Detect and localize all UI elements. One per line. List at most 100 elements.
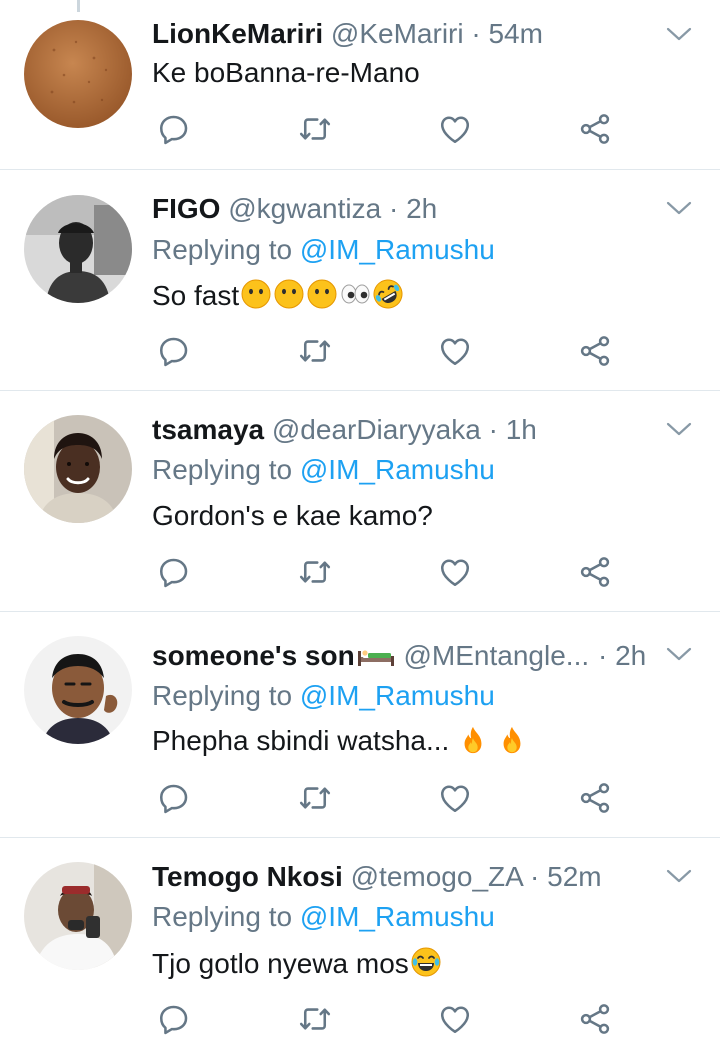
retweet-icon bbox=[297, 1001, 333, 1037]
replying-to-label: Replying to bbox=[152, 234, 293, 265]
chevron-down-icon[interactable] bbox=[666, 646, 692, 662]
tweet-header: tsamaya @dearDiaryyaka · 1h bbox=[152, 413, 660, 447]
like-button[interactable] bbox=[437, 1001, 473, 1037]
share-button[interactable] bbox=[577, 111, 613, 147]
display-name[interactable]: FIGO bbox=[152, 193, 220, 224]
tweet-text: Gordon's e kae kamo? bbox=[152, 499, 433, 533]
separator-dot: · bbox=[388, 193, 399, 224]
like-button[interactable] bbox=[437, 780, 473, 816]
like-icon bbox=[437, 333, 473, 369]
tweet-header: LionKeMariri @KeMariri · 54m bbox=[152, 17, 660, 51]
replying-to-label: Replying to bbox=[152, 901, 293, 932]
user-handle[interactable]: @KeMariri bbox=[331, 18, 464, 49]
display-name[interactable]: tsamaya bbox=[152, 414, 264, 445]
retweet-icon bbox=[297, 780, 333, 816]
share-icon bbox=[577, 554, 613, 590]
share-button[interactable] bbox=[577, 1001, 613, 1037]
tweet-timestamp-group: · 2h bbox=[598, 639, 660, 673]
no-mouth-face-emoji bbox=[306, 278, 338, 310]
chevron-down-icon[interactable] bbox=[666, 200, 692, 216]
like-button[interactable] bbox=[437, 111, 473, 147]
display-name[interactable]: LionKeMariri bbox=[152, 18, 323, 49]
reply-icon bbox=[156, 1001, 192, 1037]
user-handle[interactable]: @MEntangle... bbox=[404, 640, 590, 671]
retweet-button[interactable] bbox=[297, 780, 333, 816]
tweet-actions bbox=[152, 780, 622, 816]
display-name[interactable]: someone's son bbox=[152, 640, 355, 671]
avatar[interactable] bbox=[24, 195, 132, 303]
timestamp[interactable]: 52m bbox=[547, 861, 601, 892]
tweet-actions bbox=[152, 333, 622, 369]
mention-link[interactable]: @IM_Ramushu bbox=[300, 901, 495, 932]
tweet-text: Tjo gotlo nyewa mos bbox=[152, 946, 442, 981]
no-mouth-face-emoji bbox=[240, 278, 272, 310]
share-button[interactable] bbox=[577, 333, 613, 369]
user-handle[interactable]: @dearDiaryyaka bbox=[272, 414, 481, 445]
retweet-button[interactable] bbox=[297, 1001, 333, 1037]
retweet-icon bbox=[297, 554, 333, 590]
reply-button[interactable] bbox=[156, 780, 192, 816]
like-icon bbox=[437, 780, 473, 816]
share-button[interactable] bbox=[577, 554, 613, 590]
separator-dot: · bbox=[488, 414, 498, 445]
chevron-down-icon[interactable] bbox=[666, 26, 692, 42]
tweet-text-content: Phepha sbindi watsha... bbox=[152, 725, 450, 756]
mention-link[interactable]: @IM_Ramushu bbox=[300, 680, 495, 711]
like-button[interactable] bbox=[437, 554, 473, 590]
tweet-item[interactable]: someone's son @MEntangle... · 2h Replyin… bbox=[0, 612, 720, 838]
reply-icon bbox=[156, 780, 192, 816]
separator-dot: · bbox=[598, 640, 608, 671]
replying-to-label: Replying to bbox=[152, 680, 293, 711]
share-button[interactable] bbox=[577, 780, 613, 816]
bed-emoji bbox=[356, 647, 396, 667]
timestamp[interactable]: 2h bbox=[406, 193, 437, 224]
user-handle[interactable]: @kgwantiza bbox=[228, 193, 381, 224]
avatar[interactable] bbox=[24, 636, 132, 744]
share-icon bbox=[577, 780, 613, 816]
timestamp[interactable]: 54m bbox=[488, 18, 542, 49]
tweet-item[interactable]: FIGO @kgwantiza · 2h Replying to @IM_Ram… bbox=[0, 170, 720, 391]
chevron-down-icon[interactable] bbox=[666, 868, 692, 884]
rolling-laughing-face-emoji bbox=[372, 278, 404, 310]
timestamp[interactable]: 1h bbox=[506, 414, 537, 445]
tweet-actions bbox=[152, 111, 622, 147]
reply-button[interactable] bbox=[156, 1001, 192, 1037]
retweet-icon bbox=[297, 111, 333, 147]
retweet-button[interactable] bbox=[297, 111, 333, 147]
retweet-icon bbox=[297, 333, 333, 369]
tweet-text-content: Tjo gotlo nyewa mos bbox=[152, 948, 409, 979]
tears-of-joy-face-emoji bbox=[410, 946, 442, 978]
eyes-emoji bbox=[339, 278, 371, 310]
user-handle[interactable]: @temogo_ZA bbox=[351, 861, 523, 892]
tweet-item[interactable]: Temogo Nkosi @temogo_ZA · 52m Replying t… bbox=[0, 838, 720, 1059]
tweet-actions bbox=[152, 1001, 622, 1037]
retweet-button[interactable] bbox=[297, 333, 333, 369]
tweet-text: Ke boBanna-re-Mano bbox=[152, 56, 420, 90]
display-name[interactable]: Temogo Nkosi bbox=[152, 861, 343, 892]
reply-button[interactable] bbox=[156, 333, 192, 369]
tweet-text-content: Gordon's e kae kamo? bbox=[152, 500, 433, 531]
reply-icon bbox=[156, 111, 192, 147]
tweet-item[interactable]: tsamaya @dearDiaryyaka · 1h Replying to … bbox=[0, 391, 720, 612]
mention-link[interactable]: @IM_Ramushu bbox=[300, 234, 495, 265]
avatar[interactable] bbox=[24, 20, 132, 128]
replying-to: Replying to @IM_Ramushu bbox=[152, 679, 495, 713]
timestamp[interactable]: 2h bbox=[615, 640, 646, 671]
replying-to: Replying to @IM_Ramushu bbox=[152, 900, 495, 934]
share-icon bbox=[577, 111, 613, 147]
separator-dot: · bbox=[471, 18, 481, 49]
tweet-item[interactable]: LionKeMariri @KeMariri · 54m Ke boBanna-… bbox=[0, 0, 720, 170]
share-icon bbox=[577, 333, 613, 369]
mention-link[interactable]: @IM_Ramushu bbox=[300, 454, 495, 485]
reply-button[interactable] bbox=[156, 554, 192, 590]
fire-emoji bbox=[497, 725, 527, 755]
like-button[interactable] bbox=[437, 333, 473, 369]
chevron-down-icon[interactable] bbox=[666, 421, 692, 437]
reply-icon bbox=[156, 333, 192, 369]
avatar[interactable] bbox=[24, 862, 132, 970]
tweet-text-content: So fast bbox=[152, 280, 240, 311]
retweet-button[interactable] bbox=[297, 554, 333, 590]
no-mouth-face-emoji bbox=[273, 278, 305, 310]
reply-button[interactable] bbox=[156, 111, 192, 147]
avatar[interactable] bbox=[24, 415, 132, 523]
